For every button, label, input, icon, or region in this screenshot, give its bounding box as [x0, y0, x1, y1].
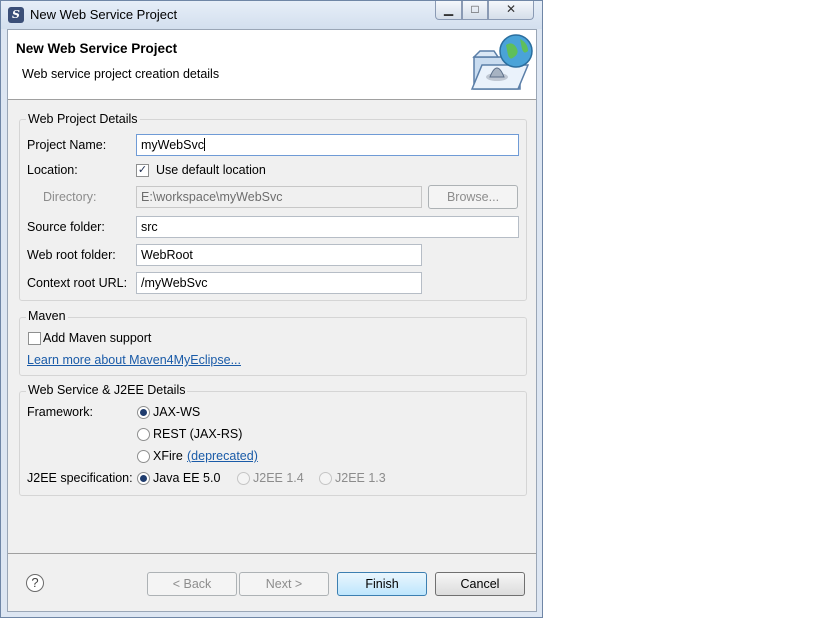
maven-group	[19, 317, 527, 376]
text-caret	[203, 138, 205, 151]
web-root-label: Web root folder:	[27, 248, 116, 262]
learn-more-maven-link[interactable]: Learn more about Maven4MyEclipse...	[27, 353, 241, 367]
minimize-button[interactable]: ▁	[435, 1, 462, 20]
window-title: New Web Service Project	[30, 7, 178, 22]
footer-separator	[8, 553, 536, 554]
j2ee-specification-label: J2EE specification:	[27, 471, 133, 485]
directory-label: Directory:	[43, 190, 97, 204]
add-maven-support-label[interactable]: Add Maven support	[43, 331, 151, 345]
project-name-label: Project Name:	[27, 138, 107, 152]
myeclipse-app-icon: S	[8, 7, 24, 23]
next-button[interactable]: Next >	[239, 572, 329, 596]
j2ee-1-3-radio[interactable]	[319, 472, 332, 485]
project-name-value: myWebSvc	[141, 138, 204, 152]
page-description: Web service project creation details	[22, 67, 220, 81]
j2ee-1-4-label[interactable]: J2EE 1.4	[253, 471, 304, 485]
dialog-window: S New Web Service Project ▁ □ ✕ New Web …	[0, 0, 543, 618]
wizard-header: New Web Service Project Web service proj…	[8, 30, 536, 100]
location-label: Location:	[27, 163, 78, 177]
java-ee-5-label[interactable]: Java EE 5.0	[153, 471, 220, 485]
use-default-location-checkbox[interactable]: ✓	[136, 164, 149, 177]
xfire-label[interactable]: XFire	[153, 449, 183, 463]
deprecated-link[interactable]: (deprecated)	[187, 449, 258, 463]
web-project-details-label: Web Project Details	[26, 112, 140, 126]
context-root-label: Context root URL:	[27, 276, 128, 290]
context-root-input[interactable]: /myWebSvc	[136, 272, 422, 294]
jax-ws-radio[interactable]	[137, 406, 150, 419]
add-maven-support-checkbox[interactable]	[28, 332, 41, 345]
j2ee-1-3-label[interactable]: J2EE 1.3	[335, 471, 386, 485]
rest-jax-rs-label[interactable]: REST (JAX-RS)	[153, 427, 242, 441]
jax-ws-label[interactable]: JAX-WS	[153, 405, 200, 419]
framework-label: Framework:	[27, 405, 93, 419]
help-icon[interactable]: ?	[26, 574, 44, 592]
maximize-button[interactable]: □	[462, 1, 488, 20]
j2ee-1-4-radio[interactable]	[237, 472, 250, 485]
browse-button[interactable]: Browse...	[428, 185, 518, 209]
xfire-radio[interactable]	[137, 450, 150, 463]
dialog-body: New Web Service Project Web service proj…	[7, 29, 537, 612]
maven-group-label: Maven	[26, 309, 68, 323]
java-ee-5-radio[interactable]	[137, 472, 150, 485]
use-default-location-label[interactable]: Use default location	[156, 163, 266, 177]
cancel-button[interactable]: Cancel	[435, 572, 525, 596]
back-button[interactable]: < Back	[147, 572, 237, 596]
page-title: New Web Service Project	[16, 41, 178, 56]
web-root-input[interactable]: WebRoot	[136, 244, 422, 266]
finish-button[interactable]: Finish	[337, 572, 427, 596]
web-service-j2ee-group-label: Web Service & J2EE Details	[26, 383, 188, 397]
source-folder-label: Source folder:	[27, 220, 105, 234]
close-button[interactable]: ✕	[488, 1, 534, 20]
project-name-input[interactable]: myWebSvc	[136, 134, 519, 156]
title-bar[interactable]: S New Web Service Project ▁ □ ✕	[1, 1, 542, 29]
folder-globe-wizard-icon	[470, 34, 533, 90]
directory-input[interactable]: E:\workspace\myWebSvc	[136, 186, 422, 208]
source-folder-input[interactable]: src	[136, 216, 519, 238]
rest-jax-rs-radio[interactable]	[137, 428, 150, 441]
